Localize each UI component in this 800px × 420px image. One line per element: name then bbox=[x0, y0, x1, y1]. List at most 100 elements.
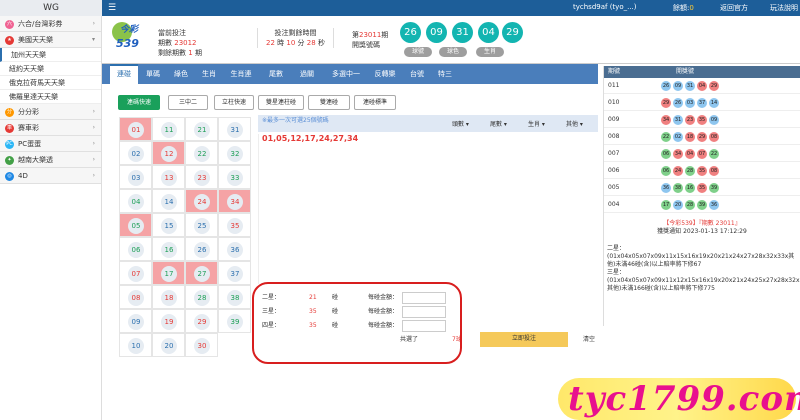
number-ball[interactable]: 29 bbox=[194, 314, 210, 330]
number-cell[interactable]: 31 bbox=[218, 117, 251, 141]
number-ball[interactable]: 13 bbox=[161, 170, 177, 186]
number-ball[interactable]: 04 bbox=[128, 194, 144, 210]
number-ball[interactable]: 37 bbox=[227, 266, 243, 282]
number-cell[interactable]: 34 bbox=[218, 189, 251, 213]
number-cell[interactable]: 02 bbox=[119, 141, 152, 165]
number-ball[interactable]: 09 bbox=[128, 314, 144, 330]
view-toggle-pill[interactable]: 球號 bbox=[404, 47, 432, 57]
number-ball[interactable]: 36 bbox=[227, 242, 243, 258]
number-ball[interactable]: 16 bbox=[161, 242, 177, 258]
number-cell[interactable]: 04 bbox=[119, 189, 152, 213]
sidebar-section[interactable]: 六六合/台灣彩券 › bbox=[0, 16, 101, 32]
number-cell[interactable]: 19 bbox=[152, 309, 185, 333]
filter-dropdown[interactable]: 頭數 ▾ bbox=[452, 119, 469, 128]
number-cell[interactable]: 25 bbox=[185, 213, 218, 237]
number-cell[interactable]: 27 bbox=[185, 261, 218, 285]
number-ball[interactable]: 39 bbox=[227, 314, 243, 330]
number-cell[interactable]: 28 bbox=[185, 285, 218, 309]
number-ball[interactable]: 11 bbox=[161, 122, 177, 138]
tab[interactable]: 尾數 bbox=[262, 64, 290, 84]
number-ball[interactable]: 07 bbox=[128, 266, 144, 282]
number-cell[interactable]: 18 bbox=[152, 285, 185, 309]
filter-dropdown[interactable]: 尾數 ▾ bbox=[490, 119, 507, 128]
play-option-button[interactable]: 三中二 bbox=[168, 95, 208, 110]
number-cell[interactable]: 06 bbox=[119, 237, 152, 261]
filter-dropdown[interactable]: 其他 ▾ bbox=[566, 119, 583, 128]
tab[interactable]: 過關 bbox=[292, 64, 322, 84]
sidebar-section[interactable]: 車賽車彩 › bbox=[0, 120, 101, 136]
sidebar-section[interactable]: 分分分彩 › bbox=[0, 104, 101, 120]
number-ball[interactable]: 23 bbox=[194, 170, 210, 186]
tab[interactable]: 連碰 bbox=[110, 64, 138, 84]
sidebar-item[interactable]: 加州天天樂 bbox=[0, 48, 101, 62]
number-ball[interactable]: 03 bbox=[128, 170, 144, 186]
number-ball[interactable]: 34 bbox=[227, 194, 243, 210]
number-ball[interactable]: 15 bbox=[161, 218, 177, 234]
tab[interactable]: 多選中一 bbox=[326, 64, 366, 84]
tab[interactable]: 特三 bbox=[432, 64, 458, 84]
view-toggle-pill[interactable]: 生肖 bbox=[476, 47, 504, 57]
play-option-button[interactable]: 雙連碰 bbox=[308, 95, 350, 110]
clear-button[interactable]: 清空 bbox=[578, 332, 600, 347]
sidebar-item[interactable]: 佛羅里達天天樂 bbox=[0, 90, 101, 104]
rules-link[interactable]: 玩法說明 bbox=[770, 3, 798, 13]
number-cell[interactable]: 21 bbox=[185, 117, 218, 141]
number-ball[interactable]: 08 bbox=[128, 290, 144, 306]
sidebar-section[interactable]: PC PC蛋蛋 › bbox=[0, 136, 101, 152]
bet-now-button[interactable]: 立即投注 bbox=[480, 332, 568, 347]
brand-logo[interactable]: WG bbox=[0, 0, 102, 16]
sidebar-item[interactable]: 紐約天天樂 bbox=[0, 62, 101, 76]
number-cell[interactable]: 11 bbox=[152, 117, 185, 141]
number-cell[interactable]: 29 bbox=[185, 309, 218, 333]
number-ball[interactable]: 26 bbox=[194, 242, 210, 258]
number-cell[interactable]: 14 bbox=[152, 189, 185, 213]
tab[interactable]: 綠色 bbox=[168, 64, 194, 84]
number-ball[interactable]: 20 bbox=[161, 338, 177, 354]
sidebar-section[interactable]: ✦ 越南大樂透 › bbox=[0, 152, 101, 168]
sidebar-section[interactable]: ◎ 4D › bbox=[0, 168, 101, 184]
number-cell[interactable]: 39 bbox=[218, 309, 251, 333]
number-cell[interactable]: 17 bbox=[152, 261, 185, 285]
number-ball[interactable]: 30 bbox=[194, 338, 210, 354]
number-cell[interactable]: 32 bbox=[218, 141, 251, 165]
number-ball[interactable]: 12 bbox=[161, 146, 177, 162]
number-ball[interactable]: 19 bbox=[161, 314, 177, 330]
play-option-button[interactable]: 雙星連柱碰 bbox=[258, 95, 304, 110]
number-cell[interactable]: 38 bbox=[218, 285, 251, 309]
number-cell[interactable]: 26 bbox=[185, 237, 218, 261]
tab[interactable]: 反轉樂 bbox=[368, 64, 402, 84]
number-ball[interactable]: 35 bbox=[227, 218, 243, 234]
number-cell[interactable]: 13 bbox=[152, 165, 185, 189]
play-option-button[interactable]: 立柱快速 bbox=[214, 95, 254, 110]
sidebar-item[interactable]: 俄克拉荷馬天天樂 bbox=[0, 76, 101, 90]
number-ball[interactable]: 10 bbox=[128, 338, 144, 354]
tab[interactable]: 單碼 bbox=[140, 64, 166, 84]
play-option-button[interactable]: 連碰標準 bbox=[354, 95, 396, 110]
number-ball[interactable]: 25 bbox=[194, 218, 210, 234]
number-cell[interactable]: 12 bbox=[152, 141, 185, 165]
number-cell[interactable]: 03 bbox=[119, 165, 152, 189]
number-cell[interactable]: 09 bbox=[119, 309, 152, 333]
number-cell[interactable]: 33 bbox=[218, 165, 251, 189]
number-ball[interactable]: 17 bbox=[161, 266, 177, 282]
number-ball[interactable]: 05 bbox=[128, 218, 144, 234]
number-cell[interactable]: 30 bbox=[185, 333, 218, 357]
number-cell[interactable]: 15 bbox=[152, 213, 185, 237]
number-ball[interactable]: 06 bbox=[128, 242, 144, 258]
number-cell[interactable]: 05 bbox=[119, 213, 152, 237]
tab[interactable]: 生肖 bbox=[196, 64, 222, 84]
number-ball[interactable]: 31 bbox=[227, 122, 243, 138]
number-cell[interactable]: 24 bbox=[185, 189, 218, 213]
user-name[interactable]: tychsd9af (tyo_...) bbox=[573, 3, 637, 11]
number-cell[interactable]: 20 bbox=[152, 333, 185, 357]
number-ball[interactable]: 22 bbox=[194, 146, 210, 162]
number-cell[interactable]: 01 bbox=[119, 117, 152, 141]
number-ball[interactable]: 18 bbox=[161, 290, 177, 306]
number-cell[interactable]: 16 bbox=[152, 237, 185, 261]
number-cell[interactable]: 07 bbox=[119, 261, 152, 285]
number-ball[interactable]: 21 bbox=[194, 122, 210, 138]
number-ball[interactable]: 28 bbox=[194, 290, 210, 306]
number-ball[interactable]: 14 bbox=[161, 194, 177, 210]
hamburger-icon[interactable]: ☰ bbox=[108, 3, 116, 13]
number-ball[interactable]: 33 bbox=[227, 170, 243, 186]
